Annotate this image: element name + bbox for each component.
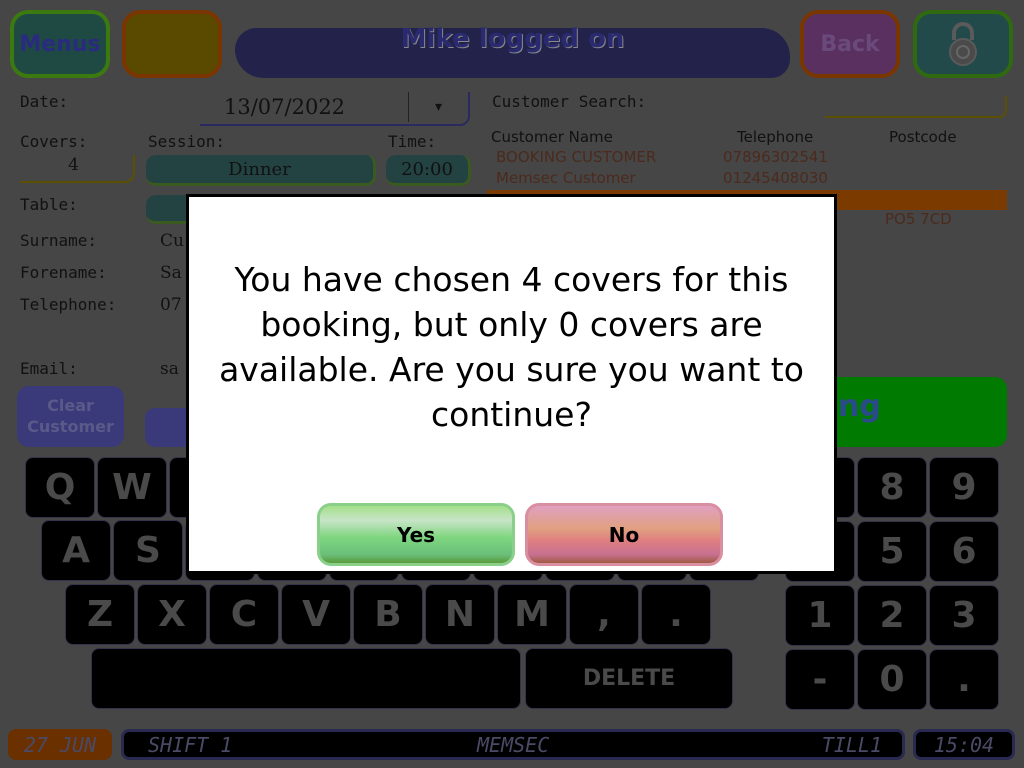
customer-search-input[interactable] — [825, 96, 1007, 118]
no-button[interactable]: No — [525, 503, 723, 566]
key-b[interactable]: B — [353, 584, 423, 645]
status-bar: SHIFT 1 MEMSEC TILL1 — [121, 729, 905, 760]
key-a[interactable]: A — [41, 520, 111, 581]
space-key[interactable] — [91, 648, 521, 709]
key-n[interactable]: N — [425, 584, 495, 645]
page-title: Mike logged on — [400, 24, 625, 54]
time-label: Time: — [388, 132, 437, 151]
key-,[interactable]: , — [569, 584, 639, 645]
key-c[interactable]: C — [209, 584, 279, 645]
clear-customer-button[interactable]: Clear Customer — [17, 386, 124, 447]
telephone-label: Telephone: — [20, 295, 117, 314]
status-company: MEMSEC — [477, 732, 550, 757]
delete-key[interactable]: DELETE — [525, 648, 733, 709]
confirm-dialog: You have chosen 4 covers for this bookin… — [186, 194, 837, 574]
menus-button[interactable]: Menus — [10, 10, 110, 78]
orange-button[interactable] — [122, 10, 222, 78]
dialog-message: You have chosen 4 covers for this bookin… — [219, 260, 804, 434]
numpad-key--[interactable]: - — [785, 649, 855, 710]
lock-button[interactable] — [913, 10, 1013, 78]
numpad-key-9[interactable]: 9 — [929, 457, 999, 518]
customer-search-label: Customer Search: — [492, 92, 647, 111]
padlock-icon — [949, 22, 977, 66]
key-v[interactable]: V — [281, 584, 351, 645]
button-label: ng — [838, 389, 881, 424]
cell-telephone: 07896302541 — [723, 148, 828, 166]
date-label: Date: — [20, 92, 69, 111]
time-select[interactable]: 20:00 — [386, 155, 471, 186]
session-select[interactable]: Dinner — [146, 155, 376, 186]
covers-label: Covers: — [20, 132, 88, 151]
numpad-key-2[interactable]: 2 — [857, 585, 927, 646]
cell-postcode: PO5 7CD — [885, 210, 952, 228]
table-row[interactable]: BOOKING CUSTOMER 07896302541 — [487, 148, 1007, 169]
cell-name: Memsec Customer — [496, 169, 636, 187]
cell-name: BOOKING CUSTOMER — [496, 148, 657, 166]
status-time: 15:04 — [913, 729, 1015, 760]
numpad-key-1[interactable]: 1 — [785, 585, 855, 646]
email-value[interactable]: sa — [160, 359, 179, 379]
key-q[interactable]: Q — [25, 457, 95, 518]
key-s[interactable]: S — [113, 520, 183, 581]
status-date: 27 JUN — [8, 729, 112, 760]
email-label: Email: — [20, 359, 78, 378]
numpad-key-5[interactable]: 5 — [857, 521, 927, 582]
numpad-key-.[interactable]: . — [929, 649, 999, 710]
date-field[interactable]: 13/07/2022 ▾ — [200, 92, 470, 126]
key-w[interactable]: W — [97, 457, 167, 518]
dropdown-arrow-icon[interactable]: ▾ — [408, 92, 468, 122]
covers-field[interactable]: 4 — [20, 155, 135, 183]
key-m[interactable]: M — [497, 584, 567, 645]
surname-value[interactable]: Cu — [160, 231, 184, 251]
status-shift: SHIFT 1 — [148, 732, 233, 757]
column-header-telephone: Telephone — [737, 128, 814, 146]
table-label: Table: — [20, 195, 78, 214]
numpad-key-0[interactable]: 0 — [857, 649, 927, 710]
yes-button[interactable]: Yes — [317, 503, 515, 566]
key-x[interactable]: X — [137, 584, 207, 645]
status-till: TILL1 — [821, 732, 882, 757]
key-.[interactable]: . — [641, 584, 711, 645]
key-z[interactable]: Z — [65, 584, 135, 645]
column-header-name: Customer Name — [491, 128, 613, 146]
column-header-postcode: Postcode — [889, 128, 957, 146]
numpad-key-3[interactable]: 3 — [929, 585, 999, 646]
date-value: 13/07/2022 — [224, 95, 346, 119]
telephone-value[interactable]: 07 — [160, 295, 182, 315]
numpad-key-6[interactable]: 6 — [929, 521, 999, 582]
forename-value[interactable]: Sa — [160, 263, 182, 283]
cell-telephone: 01245408030 — [723, 169, 828, 187]
back-button[interactable]: Back — [800, 10, 900, 78]
session-label: Session: — [148, 132, 226, 151]
numpad-key-8[interactable]: 8 — [857, 457, 927, 518]
table-row[interactable]: Memsec Customer 01245408030 — [487, 169, 1007, 190]
forename-label: Forename: — [20, 263, 107, 282]
surname-label: Surname: — [20, 231, 98, 250]
